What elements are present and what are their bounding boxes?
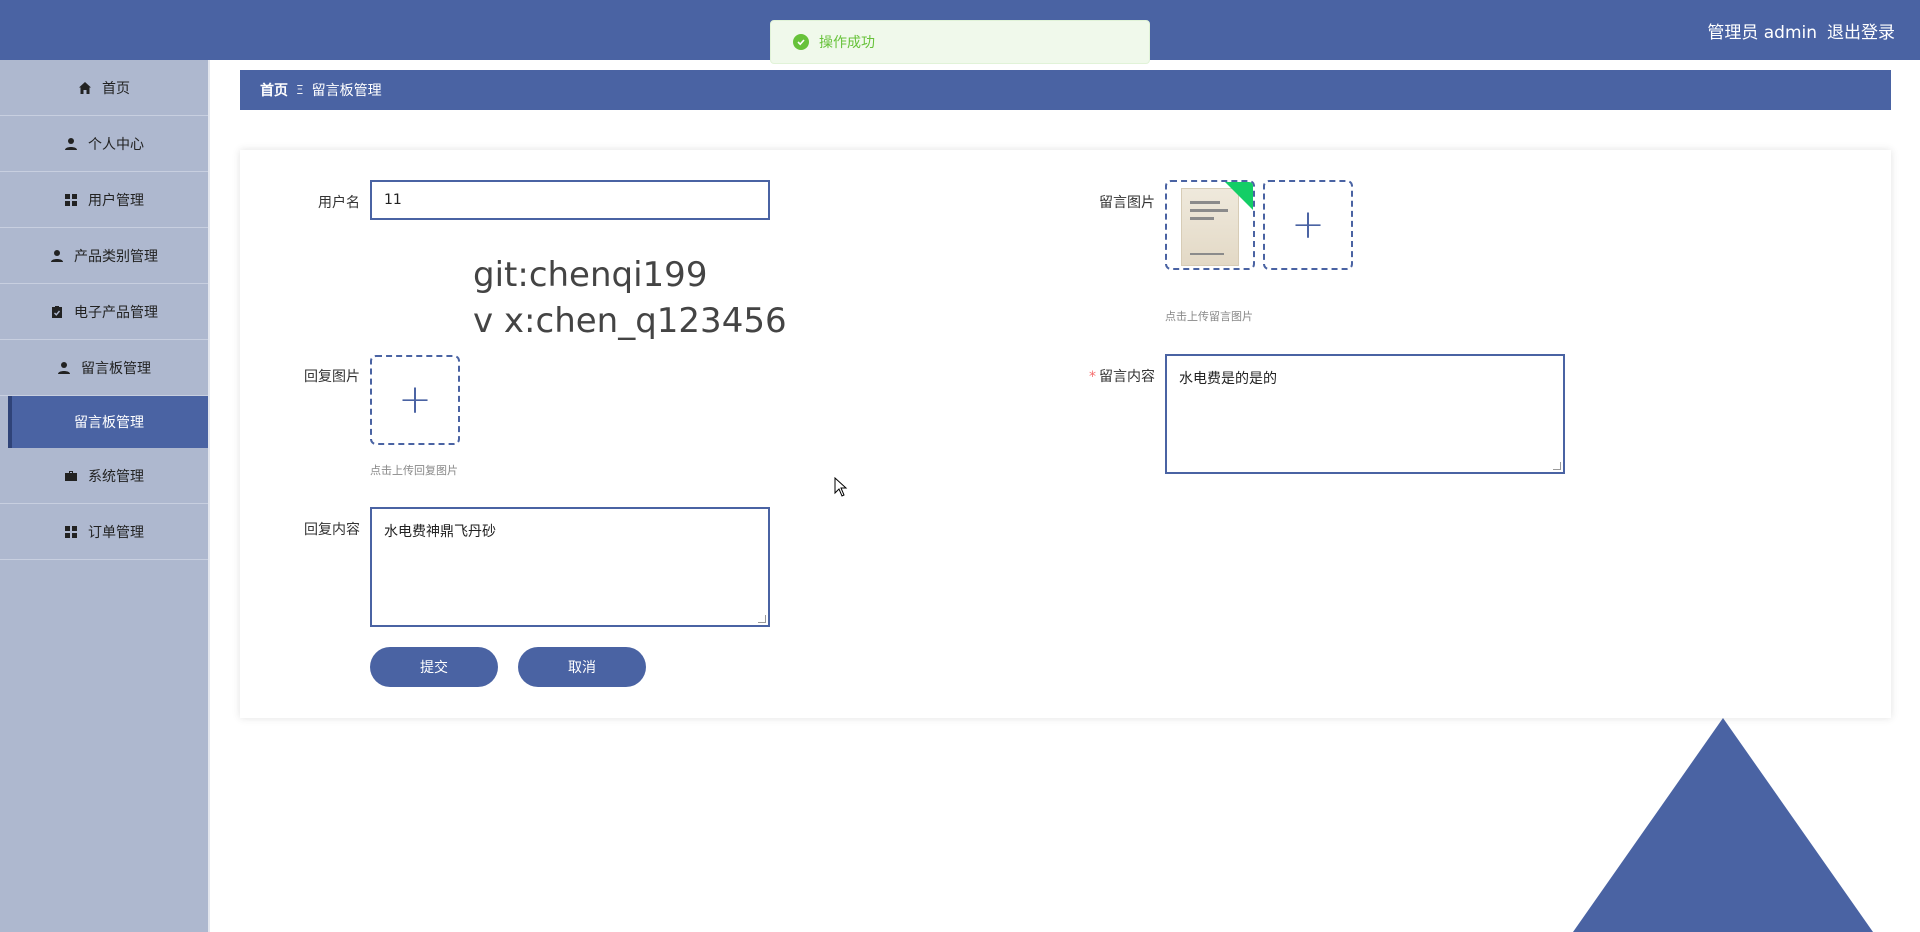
user-icon <box>65 137 77 150</box>
reply-content-textarea[interactable]: 水电费神鼎飞丹砂 <box>370 507 770 627</box>
sidebar-subitem-message-board[interactable]: 留言板管理 <box>8 396 208 448</box>
admin-label: 管理员 admin <box>1707 22 1817 43</box>
reply-image-hint: 点击上传回复图片 <box>370 464 458 477</box>
sidebar-item-order-management[interactable]: 订单管理 <box>0 504 208 560</box>
message-image-thumbnail[interactable] <box>1165 180 1255 270</box>
mouse-cursor-icon <box>834 477 848 497</box>
sidebar-item-label: 用户管理 <box>88 192 144 209</box>
sidebar-item-user-management[interactable]: 用户管理 <box>0 172 208 228</box>
sidebar-item-label: 首页 <box>102 80 130 97</box>
person-icon <box>58 361 70 374</box>
resize-grip-icon[interactable] <box>758 615 766 623</box>
message-image-label: 留言图片 <box>1099 195 1155 211</box>
upload-success-badge <box>1225 182 1253 210</box>
home-icon <box>79 81 91 94</box>
message-content-label-text: 留言内容 <box>1099 369 1155 385</box>
plus-icon: + <box>1291 202 1325 248</box>
message-image-uploader[interactable]: + <box>1263 180 1353 270</box>
watermark-line-2: v x:chen_q123456 <box>473 301 787 341</box>
form-card <box>240 150 1891 718</box>
sidebar-item-label: 电子产品管理 <box>74 304 158 321</box>
sidebar-item-label: 订单管理 <box>88 524 144 541</box>
logout-link[interactable]: 退出登录 <box>1827 18 1895 43</box>
sidebar: 首页 个人中心 用户管理 产品类别管理 电子产品管理 留言板管理 留言板管理 系… <box>0 60 210 932</box>
breadcrumb-current: 留言板管理 <box>311 83 382 99</box>
clipboard-icon <box>52 305 62 318</box>
check-circle-icon <box>793 34 809 50</box>
sidebar-subitem-label: 留言板管理 <box>74 415 144 431</box>
submit-button[interactable]: 提交 <box>370 647 498 687</box>
sidebar-item-label: 系统管理 <box>88 468 144 485</box>
sidebar-item-message-board[interactable]: 留言板管理 <box>0 340 208 396</box>
sidebar-item-label: 个人中心 <box>88 136 144 153</box>
user-icon <box>51 249 63 262</box>
username-input[interactable]: 11 <box>370 180 770 220</box>
sidebar-item-personal-center[interactable]: 个人中心 <box>0 116 208 172</box>
sidebar-item-product-category[interactable]: 产品类别管理 <box>0 228 208 284</box>
plus-icon: + <box>398 377 432 423</box>
decorative-triangle <box>1573 718 1873 932</box>
top-bar-user-area: 管理员 admin 退出登录 <box>1707 0 1895 60</box>
sidebar-item-electronic-products[interactable]: 电子产品管理 <box>0 284 208 340</box>
breadcrumb-separator: Ξ <box>296 83 304 97</box>
sidebar-item-label: 产品类别管理 <box>74 248 158 265</box>
required-asterisk: * <box>1089 369 1096 385</box>
cancel-button[interactable]: 取消 <box>518 647 646 687</box>
toast-message: 操作成功 <box>819 35 875 51</box>
reply-image-label: 回复图片 <box>304 369 360 385</box>
message-content-value: 水电费是的是的 <box>1179 371 1277 387</box>
watermark-text: git:chenqi199 v x:chen_q123456 <box>473 252 787 344</box>
briefcase-icon <box>65 470 77 481</box>
breadcrumb: 首页 Ξ 留言板管理 <box>240 70 1891 110</box>
success-toast: 操作成功 <box>770 20 1150 64</box>
grid-icon <box>65 525 77 538</box>
reply-content-value: 水电费神鼎飞丹砂 <box>384 524 496 540</box>
breadcrumb-home[interactable]: 首页 <box>260 80 288 100</box>
message-image-hint: 点击上传留言图片 <box>1165 310 1253 323</box>
username-label: 用户名 <box>318 195 360 211</box>
message-content-textarea[interactable]: 水电费是的是的 <box>1165 354 1565 474</box>
sidebar-item-system-management[interactable]: 系统管理 <box>0 448 208 504</box>
resize-grip-icon[interactable] <box>1553 462 1561 470</box>
grid-icon <box>65 193 77 206</box>
sidebar-item-label: 留言板管理 <box>81 360 151 377</box>
sidebar-item-home[interactable]: 首页 <box>0 60 208 116</box>
message-content-label: * 留言内容 <box>1075 366 1155 386</box>
watermark-line-1: git:chenqi199 <box>473 255 708 295</box>
reply-content-label: 回复内容 <box>304 522 360 538</box>
reply-image-uploader[interactable]: + <box>370 355 460 445</box>
